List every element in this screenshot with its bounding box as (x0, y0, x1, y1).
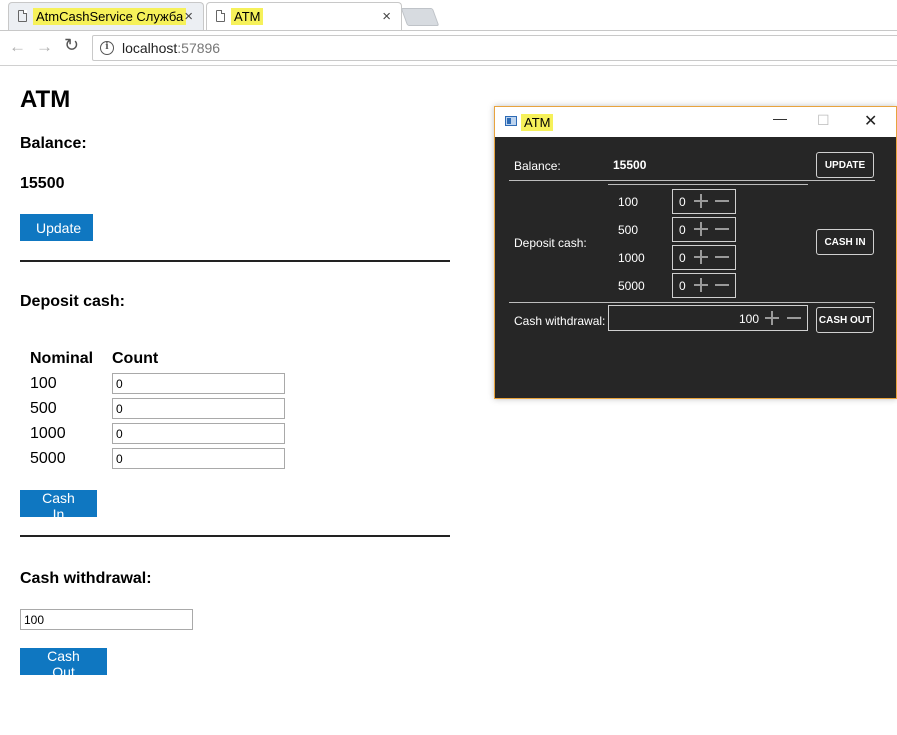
divider (608, 184, 808, 185)
tab-atm[interactable]: ATM × (206, 2, 402, 30)
info-icon[interactable]: i (100, 41, 114, 55)
nominal-label: 100 (618, 195, 639, 209)
table-row: 100 (30, 373, 290, 398)
deposit-heading: Deposit cash: (20, 293, 125, 310)
minus-icon[interactable] (787, 311, 801, 325)
plus-icon[interactable] (694, 194, 708, 208)
nominal-cell: 100 (30, 375, 57, 392)
stepper-value[interactable]: 0 (679, 223, 686, 237)
count-stepper-5000[interactable]: 0 (672, 273, 736, 298)
balance-value: 15500 (613, 158, 647, 172)
stepper-value[interactable]: 100 (739, 312, 759, 326)
table-row: 1000 (30, 423, 290, 448)
plus-icon[interactable] (694, 222, 708, 236)
tab-title: AtmCashService Служба (33, 8, 187, 25)
window-content: Balance: 15500 UPDATE Deposit cash: 100 … (495, 137, 896, 398)
minus-icon[interactable] (715, 250, 729, 264)
divider (509, 302, 875, 303)
balance-value: 15500 (20, 175, 65, 192)
nominal-cell: 1000 (30, 425, 66, 442)
divider (20, 535, 450, 537)
url-text[interactable]: localhost:57896 (122, 40, 220, 56)
nominal-label: 500 (618, 223, 639, 237)
page-icon (18, 10, 27, 22)
tab-atmcashservice[interactable]: AtmCashService Служба × (8, 2, 204, 30)
balance-heading: Balance: (20, 135, 87, 152)
count-stepper-500[interactable]: 0 (672, 217, 736, 242)
count-input-1000[interactable] (112, 423, 285, 444)
cash-in-button[interactable]: CASH IN (816, 229, 874, 255)
back-arrow-icon[interactable]: ← (9, 37, 26, 57)
maximize-icon[interactable]: ☐ (817, 112, 830, 129)
balance-label: Balance: (514, 159, 561, 173)
count-input-5000[interactable] (112, 448, 285, 469)
minimize-icon[interactable]: — (773, 110, 787, 126)
cash-in-button[interactable]: Cash In (20, 490, 97, 522)
plus-icon[interactable] (694, 250, 708, 264)
nominal-label: 1000 (618, 251, 645, 265)
table-row: 500 (30, 398, 290, 423)
count-input-500[interactable] (112, 398, 285, 419)
new-tab-button[interactable] (400, 8, 440, 26)
plus-icon[interactable] (694, 278, 708, 292)
withdraw-heading: Cash withdrawal: (20, 570, 152, 587)
deposit-label: Deposit cash: (514, 236, 587, 250)
tab-close-icon[interactable]: × (382, 8, 391, 25)
url-port: :57896 (177, 40, 221, 56)
window-titlebar[interactable]: ATM — ☐ ✕ (495, 107, 896, 137)
stepper-value[interactable]: 0 (679, 279, 686, 293)
column-header-nominal: Nominal (30, 350, 94, 367)
count-input-100[interactable] (112, 373, 285, 394)
tab-title: ATM (231, 8, 264, 25)
update-button[interactable]: Update (20, 214, 93, 241)
table-row: 5000 (30, 448, 290, 473)
withdraw-label: Cash withdrawal: (514, 314, 606, 328)
nominal-cell: 5000 (30, 450, 66, 467)
page-title: ATM (20, 86, 71, 113)
divider (509, 180, 875, 181)
tab-close-icon[interactable]: × (184, 8, 193, 25)
withdraw-amount-input[interactable] (20, 609, 193, 630)
cash-out-button[interactable]: Cash Out (20, 648, 107, 680)
count-stepper-100[interactable]: 0 (672, 189, 736, 214)
minus-icon[interactable] (715, 278, 729, 292)
address-bar: ← → ↻ i localhost:57896 (0, 31, 897, 66)
withdraw-amount-stepper[interactable]: 100 (608, 305, 808, 331)
reload-icon[interactable]: ↻ (64, 35, 79, 56)
nominal-cell: 500 (30, 400, 57, 417)
url-field[interactable]: i localhost:57896 (92, 35, 897, 61)
plus-icon[interactable] (765, 311, 779, 325)
divider (20, 260, 450, 262)
page-icon (216, 10, 225, 22)
forward-arrow-icon[interactable]: → (36, 37, 53, 57)
stepper-value[interactable]: 0 (679, 251, 686, 265)
url-host: localhost (122, 40, 178, 56)
app-window-icon (505, 116, 517, 126)
atm-desktop-window: ATM — ☐ ✕ Balance: 15500 UPDATE Deposit … (494, 106, 897, 399)
nominal-label: 5000 (618, 279, 645, 293)
browser-tab-strip: AtmCashService Служба × ATM × (0, 0, 897, 31)
minus-icon[interactable] (715, 222, 729, 236)
minus-icon[interactable] (715, 194, 729, 208)
cash-out-button[interactable]: CASH OUT (816, 307, 874, 333)
column-header-count: Count (112, 350, 159, 367)
close-icon[interactable]: ✕ (864, 111, 877, 131)
stepper-value[interactable]: 0 (679, 195, 686, 209)
window-title: ATM (521, 114, 554, 131)
count-stepper-1000[interactable]: 0 (672, 245, 736, 270)
update-button[interactable]: UPDATE (816, 152, 874, 178)
